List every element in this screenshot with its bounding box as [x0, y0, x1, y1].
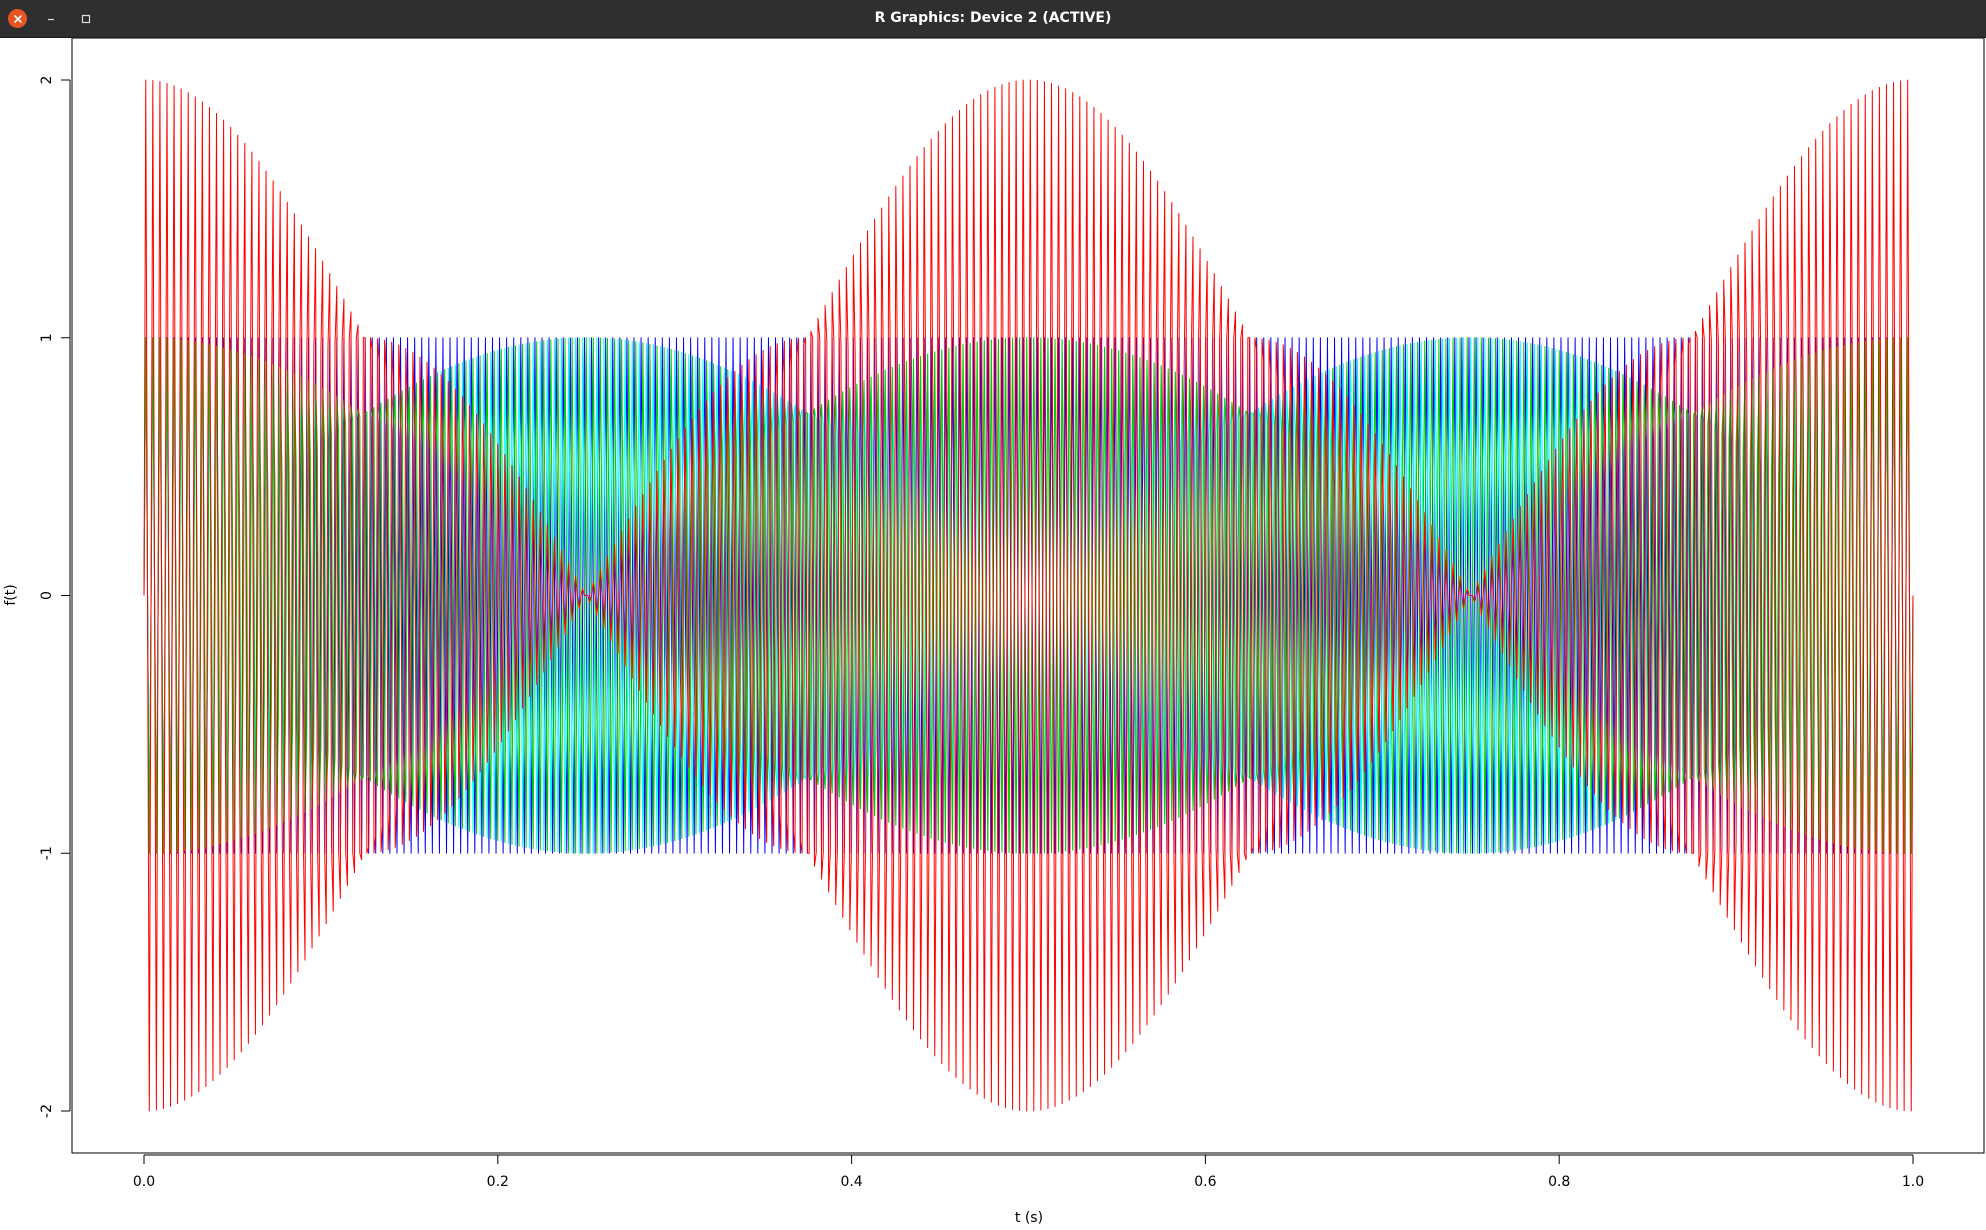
- window-title: R Graphics: Device 2 (ACTIVE): [874, 10, 1112, 26]
- y-tick-label: -1: [39, 846, 55, 860]
- x-tick-label: 0.8: [1548, 1174, 1570, 1190]
- x-tick-label: 0.4: [840, 1174, 862, 1190]
- y-tick-label: -2: [39, 1104, 55, 1118]
- y-tick-label: 0: [39, 591, 55, 600]
- y-tick-label: 2: [39, 76, 55, 85]
- window-titlebar: R Graphics: Device 2 (ACTIVE): [0, 0, 1986, 38]
- x-axis: 0.0 0.2 0.4 0.6 0.8 1.0: [133, 1154, 1924, 1190]
- x-tick-label: 0.0: [133, 1174, 155, 1190]
- x-tick-label: 0.2: [487, 1174, 509, 1190]
- x-tick-label: 1.0: [1902, 1174, 1924, 1190]
- x-axis-label: t (s): [1015, 1210, 1043, 1226]
- line-chart: 0.0 0.2 0.4 0.6 0.8 1.0 -2 -1 0 1 2 t (s) f(t): [3, 37, 1985, 1226]
- y-axis: -2 -1 0 1 2: [39, 76, 71, 1118]
- x-tick-label: 0.6: [1194, 1174, 1216, 1190]
- y-tick-label: 1: [39, 333, 55, 342]
- y-axis-label: f(t): [3, 584, 19, 605]
- plot-canvas: 0.0 0.2 0.4 0.6 0.8 1.0 -2 -1 0 1 2 t (s) f(t): [0, 37, 1986, 1226]
- series-layer: [143, 79, 1914, 1112]
